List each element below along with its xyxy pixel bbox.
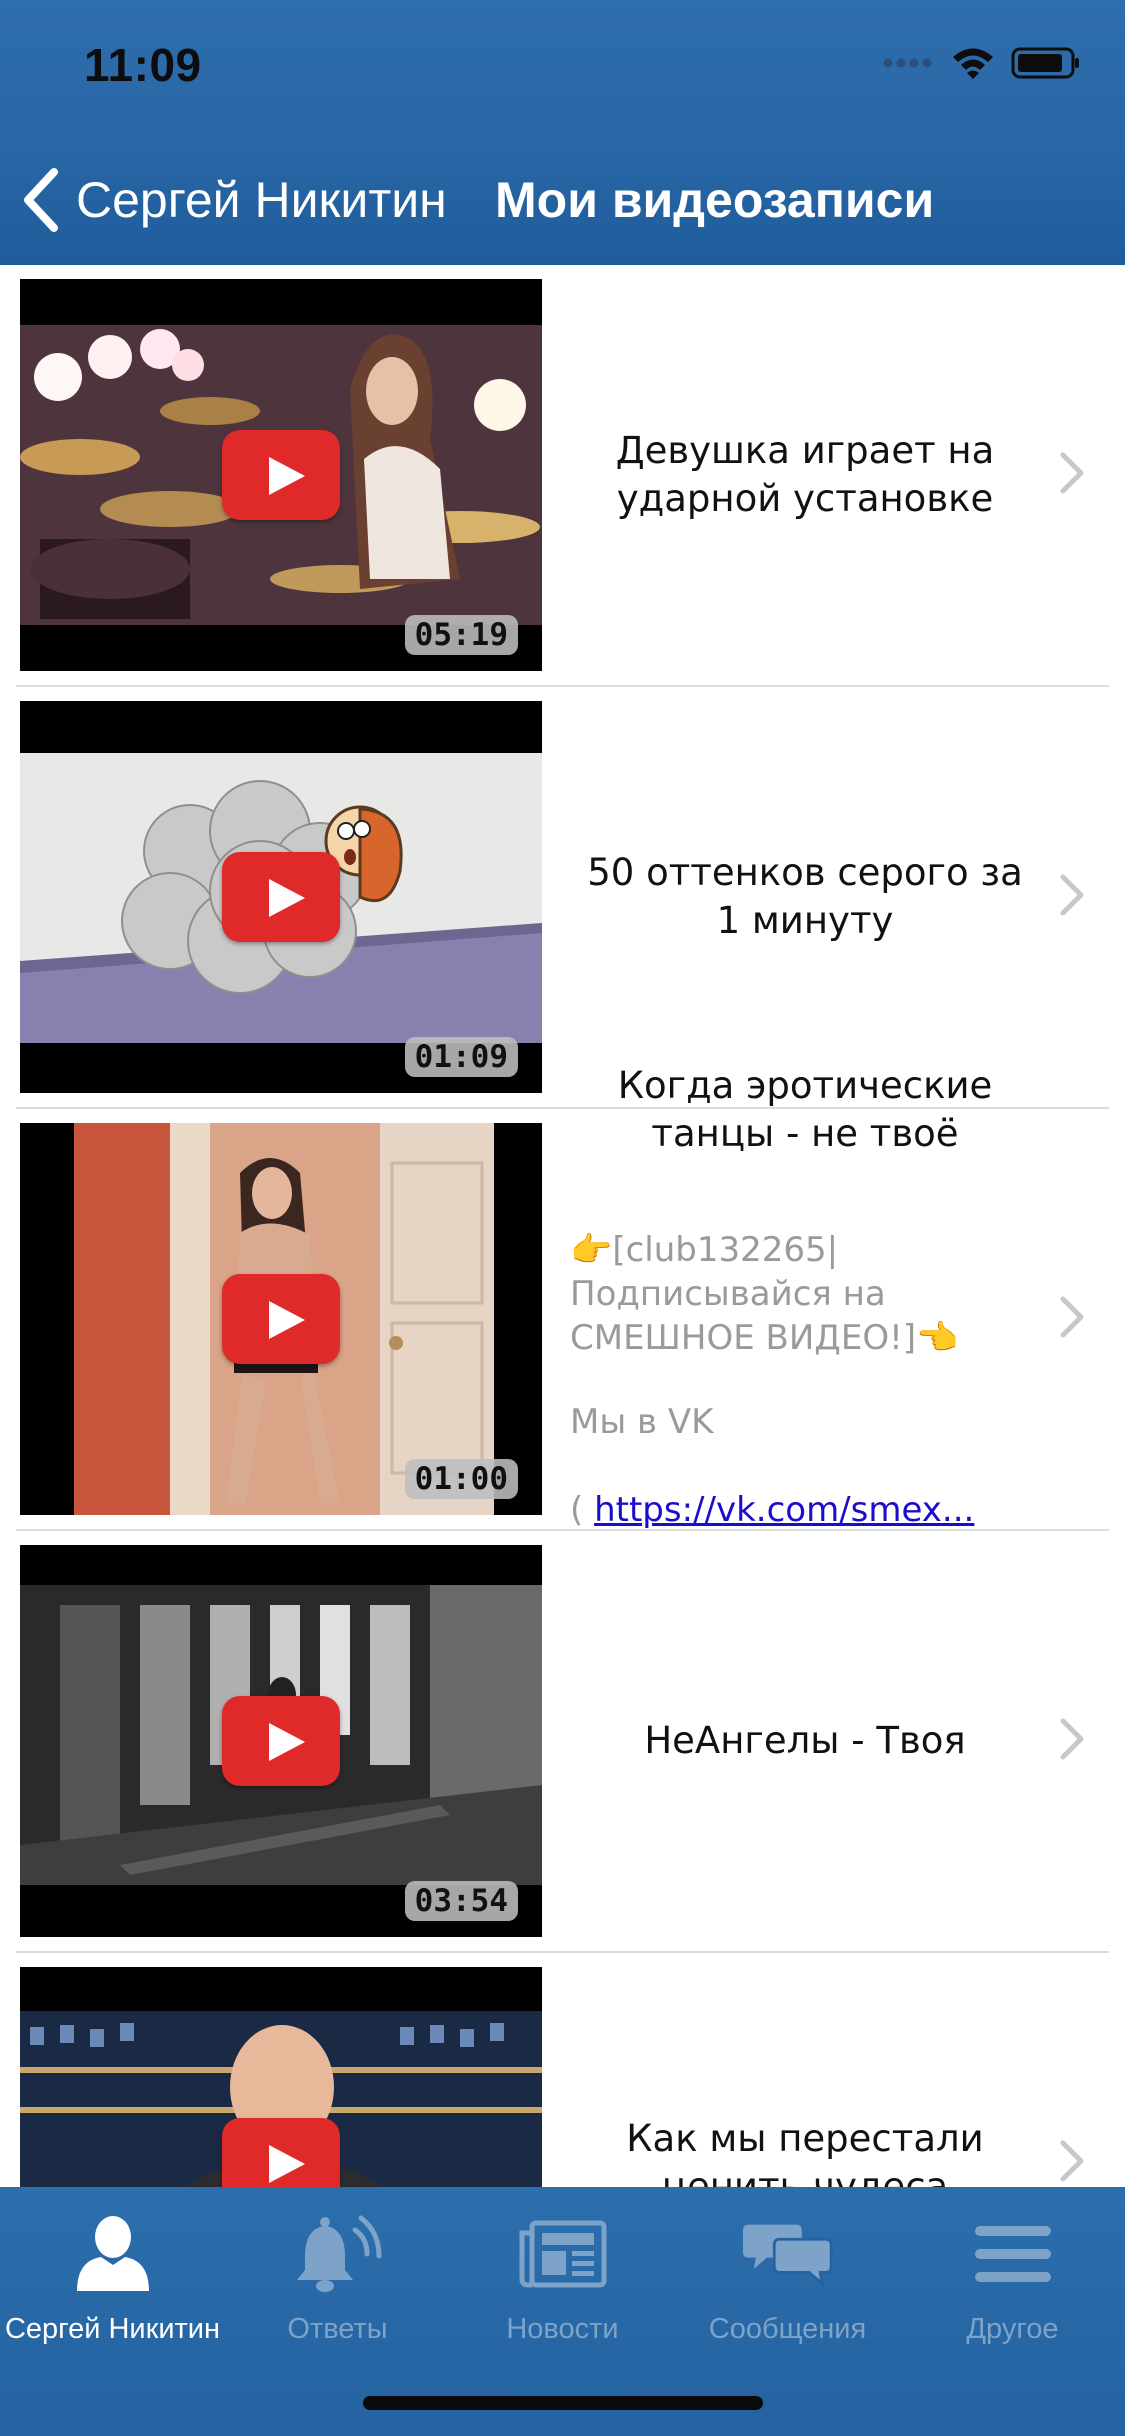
person-icon	[68, 2209, 158, 2299]
video-title: 50 оттенков серого за 1 минуту	[587, 851, 1023, 942]
video-title: НеАнгелы - Твоя	[644, 1719, 966, 1762]
chat-bubbles-icon	[742, 2209, 833, 2299]
video-thumbnail[interactable]: 05:19	[20, 279, 542, 671]
video-title: Когда эротические танцы - не твоё	[617, 1064, 993, 1155]
video-duration: 01:00	[404, 1459, 518, 1499]
chevron-right-icon	[1060, 1296, 1084, 1338]
video-thumbnail[interactable]	[20, 1967, 542, 2187]
tab-answers[interactable]: Ответы	[225, 2209, 450, 2359]
video-row[interactable]: 01:00 Когда эротические танцы - не твоё …	[0, 1064, 1125, 1531]
video-row[interactable]: 01:09 50 оттенков серого за 1 минуту	[0, 687, 1125, 1109]
video-info: 50 оттенков серого за 1 минуту	[570, 687, 1040, 1107]
video-info: Как мы перестали ценить чудеса	[570, 1953, 1040, 2187]
tab-messages[interactable]: Сообщения	[675, 2209, 900, 2359]
play-icon	[222, 852, 340, 942]
chevron-right-icon	[1060, 2140, 1084, 2182]
wifi-icon	[953, 48, 993, 79]
tab-news[interactable]: Новости	[450, 2209, 675, 2359]
video-info: НеАнгелы - Твоя	[570, 1531, 1040, 1951]
play-icon	[222, 1274, 340, 1364]
video-row[interactable]: 03:54 НеАнгелы - Твоя	[0, 1531, 1125, 1953]
video-info: Когда эротические танцы - не твоё 👉[club…	[570, 1064, 1040, 1530]
tab-label: Новости	[506, 2313, 619, 2345]
play-icon	[222, 2118, 340, 2187]
video-description-link-prefix: (	[570, 1490, 595, 1530]
navigation-header: 11:09 Сергей Никитин Мои видеозаписи	[0, 0, 1125, 265]
tab-profile[interactable]: Сергей Никитин	[0, 2209, 225, 2359]
bell-icon	[293, 2209, 383, 2299]
video-thumbnail[interactable]: 01:00	[20, 1123, 542, 1515]
video-duration: 01:09	[404, 1037, 518, 1077]
video-thumbnail[interactable]: 03:54	[20, 1545, 542, 1937]
tab-label: Ответы	[287, 2313, 388, 2345]
menu-icon	[968, 2209, 1058, 2299]
video-title: Как мы перестали ценить чудеса	[626, 2117, 984, 2187]
video-description-link-row: ( https://vk.com/smex...	[570, 1488, 1040, 1532]
video-row[interactable]: Как мы перестали ценить чудеса	[0, 1953, 1125, 2187]
newspaper-icon	[518, 2209, 608, 2299]
status-bar-time: 11:09	[84, 39, 202, 91]
tab-other[interactable]: Другое	[900, 2209, 1125, 2359]
tab-label: Сообщения	[708, 2313, 867, 2345]
signal-icon	[883, 58, 932, 68]
video-duration: 05:19	[404, 615, 518, 655]
back-button-label: Сергей Никитин	[76, 172, 447, 228]
chevron-right-icon	[1060, 1718, 1084, 1760]
video-description: 👉[club132265| Подписывайся на СМЕШНОЕ ВИ…	[570, 1184, 1040, 1576]
video-row[interactable]: 05:19 Девушка играет на ударной установк…	[0, 265, 1125, 687]
chevron-left-icon	[24, 168, 58, 232]
home-indicator[interactable]	[363, 2396, 763, 2410]
tab-label: Сергей Никитин	[4, 2313, 221, 2345]
battery-icon	[1011, 47, 1079, 79]
video-duration: 03:54	[404, 1881, 518, 1921]
page-title: Мои видеозаписи	[495, 172, 935, 228]
video-list[interactable]: 05:19 Девушка играет на ударной установк…	[0, 265, 1125, 2187]
video-thumbnail[interactable]: 01:09	[20, 701, 542, 1093]
video-description-link[interactable]: https://vk.com/smex...	[594, 1490, 974, 1530]
play-icon	[222, 1696, 340, 1786]
status-bar-icons	[883, 46, 1081, 80]
play-icon	[222, 430, 340, 520]
video-description-text: 👉[club132265| Подписывайся на СМЕШНОЕ ВИ…	[570, 1230, 959, 1358]
chevron-right-icon	[1060, 874, 1084, 916]
video-info: Девушка играет на ударной установке	[570, 265, 1040, 685]
back-button[interactable]: Сергей Никитин	[22, 164, 447, 236]
video-description-more: Мы в VK	[570, 1402, 714, 1442]
chevron-right-icon	[1060, 452, 1084, 494]
video-title: Девушка играет на ударной установке	[615, 429, 995, 520]
tab-label: Другое	[966, 2313, 1059, 2345]
